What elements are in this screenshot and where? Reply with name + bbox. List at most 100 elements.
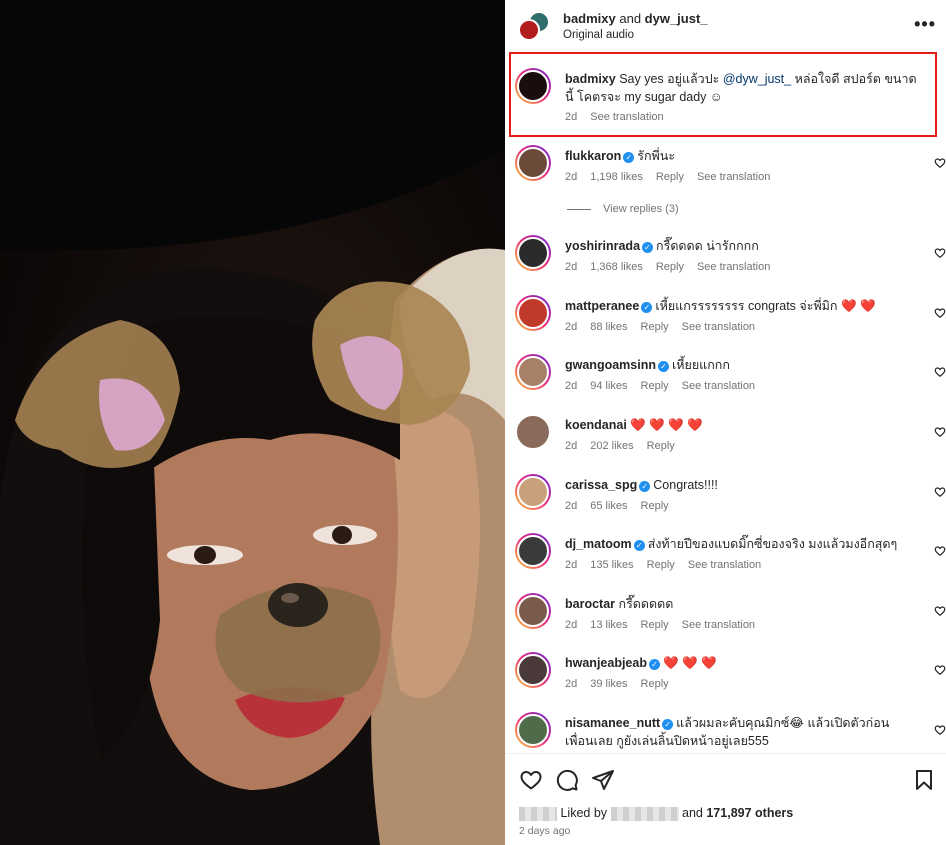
heart-icon[interactable] <box>934 724 946 736</box>
comment-body: เหี้ยแกรรรรรรรร congrats จ่ะพี่มิก ❤️ ❤️ <box>655 299 876 313</box>
verified-badge-icon: ✓ <box>648 659 660 670</box>
comment-meta: 2d 1,198 likes Reply See translation <box>565 171 783 183</box>
comment-username[interactable]: dj_matoom <box>565 537 632 551</box>
reply-button[interactable]: Reply <box>641 619 669 631</box>
comment-time[interactable]: 2d <box>565 440 577 452</box>
reply-button[interactable]: Reply <box>641 380 669 392</box>
comment-meta: 2d 13 likes Reply See translation <box>565 619 768 631</box>
comment-time[interactable]: 2d <box>565 171 577 183</box>
post-time[interactable]: 2 days ago <box>519 825 570 837</box>
comment-username[interactable]: carissa_spg <box>565 478 637 492</box>
comment-username[interactable]: baroctar <box>565 597 615 611</box>
more-horizontal-icon[interactable]: ••• <box>914 14 936 35</box>
heart-icon[interactable] <box>934 426 946 438</box>
verified-badge-icon: ✓ <box>633 540 645 551</box>
avatar[interactable] <box>515 474 551 510</box>
comment-likes[interactable]: 135 likes <box>590 559 633 571</box>
comment-text: nisamanee_nutt ✓ แล้วผมละคับคุณมิกซ์😂 แล้ว… <box>565 714 917 750</box>
comment-meta: 2d 39 likes Reply <box>565 678 682 690</box>
comment-likes[interactable]: 13 likes <box>590 619 627 631</box>
see-translation[interactable]: See translation <box>682 619 755 631</box>
view-replies-button[interactable]: View replies (3) <box>567 203 679 215</box>
avatar[interactable] <box>515 295 551 331</box>
heart-icon[interactable] <box>934 545 946 557</box>
comment-likes[interactable]: 39 likes <box>590 678 627 690</box>
media-illustration <box>0 0 505 845</box>
author-link-a[interactable]: badmixy <box>563 11 616 26</box>
avatar-image <box>517 654 549 686</box>
reply-button[interactable]: Reply <box>656 261 684 273</box>
comment-time[interactable]: 2d <box>565 321 577 333</box>
see-translation[interactable]: See translation <box>682 321 755 333</box>
reply-button[interactable]: Reply <box>641 500 669 512</box>
comment-username[interactable]: flukkaron <box>565 149 621 163</box>
comment-body: กรี๊ดดดดด <box>618 597 674 611</box>
heart-icon[interactable] <box>934 247 946 259</box>
avatar[interactable] <box>515 533 551 569</box>
reply-button[interactable]: Reply <box>647 440 675 452</box>
comment-username[interactable]: nisamanee_nutt <box>565 716 660 730</box>
blurred-avatars <box>519 806 557 821</box>
avatar[interactable] <box>515 593 551 629</box>
reply-button[interactable]: Reply <box>656 171 684 183</box>
author-link-b[interactable]: dyw_just_ <box>645 11 708 26</box>
heart-icon[interactable] <box>934 157 946 169</box>
comment-time[interactable]: 2d <box>565 500 577 512</box>
reply-button[interactable]: Reply <box>641 678 669 690</box>
comment-likes[interactable]: 65 likes <box>590 500 627 512</box>
see-translation[interactable]: See translation <box>697 171 770 183</box>
comment-time[interactable]: 2d <box>565 619 577 631</box>
action-bar: Liked by and 171,897 others 2 days ago <box>505 753 946 845</box>
avatar[interactable] <box>515 712 551 748</box>
reply-button[interactable]: Reply <box>647 559 675 571</box>
avatar[interactable] <box>515 145 551 181</box>
heart-icon[interactable] <box>934 486 946 498</box>
comment-time[interactable]: 2d <box>565 261 577 273</box>
comment-text: baroctar กรี๊ดดดดด <box>565 595 917 613</box>
bookmark-icon[interactable] <box>912 768 936 792</box>
liked-and: and <box>682 806 703 820</box>
comment-icon[interactable] <box>555 768 579 792</box>
avatar[interactable] <box>515 414 551 450</box>
see-translation[interactable]: See translation <box>697 261 770 273</box>
share-icon[interactable] <box>591 768 615 792</box>
comment-likes[interactable]: 94 likes <box>590 380 627 392</box>
comment-username[interactable]: gwangoamsinn <box>565 358 656 372</box>
comment-username[interactable]: hwanjeabjeab <box>565 656 647 670</box>
heart-icon[interactable] <box>934 307 946 319</box>
comment-likes[interactable]: 202 likes <box>590 440 633 452</box>
avatar-image <box>517 297 549 329</box>
comment-username[interactable]: mattperanee <box>565 299 639 313</box>
comment-likes[interactable]: 1,368 likes <box>590 261 643 273</box>
comment-likes[interactable]: 1,198 likes <box>590 171 643 183</box>
heart-icon[interactable] <box>934 664 946 676</box>
comment-username[interactable]: koendanai <box>565 418 627 432</box>
comment-text: koendanai ❤️ ❤️ ❤️ ❤️ <box>565 416 917 434</box>
heart-icon[interactable] <box>934 605 946 617</box>
avatar[interactable] <box>515 354 551 390</box>
heart-icon[interactable] <box>934 366 946 378</box>
heart-icon[interactable] <box>519 768 543 792</box>
comment-time[interactable]: 2d <box>565 559 577 571</box>
reply-button[interactable]: Reply <box>641 321 669 333</box>
likes-summary[interactable]: Liked by and 171,897 others <box>519 806 793 821</box>
avatar-image <box>517 147 549 179</box>
and-text: and <box>615 11 645 26</box>
audio-link[interactable]: Original audio <box>563 29 634 41</box>
verified-badge-icon: ✓ <box>623 152 635 163</box>
avatar[interactable] <box>515 652 551 688</box>
highlight-box <box>509 52 937 137</box>
avatar[interactable] <box>515 235 551 271</box>
comment-text: dj_matoom ✓ ส่งท้ายปีของแบดมิ๊กซี่ของจริง … <box>565 535 917 553</box>
comment-likes[interactable]: 88 likes <box>590 321 627 333</box>
comment-time[interactable]: 2d <box>565 678 577 690</box>
comment-text: gwangoamsinn ✓ เหี้ยยแกกก <box>565 356 917 374</box>
comment-time[interactable]: 2d <box>565 380 577 392</box>
post-header: badmixy and dyw_just_ Original audio ••• <box>505 0 946 48</box>
see-translation[interactable]: See translation <box>688 559 761 571</box>
collab-avatars[interactable] <box>518 11 550 43</box>
liked-count[interactable]: 171,897 others <box>706 806 793 820</box>
comment-username[interactable]: yoshirinrada <box>565 239 640 253</box>
see-translation[interactable]: See translation <box>682 380 755 392</box>
post-media[interactable] <box>0 0 505 845</box>
